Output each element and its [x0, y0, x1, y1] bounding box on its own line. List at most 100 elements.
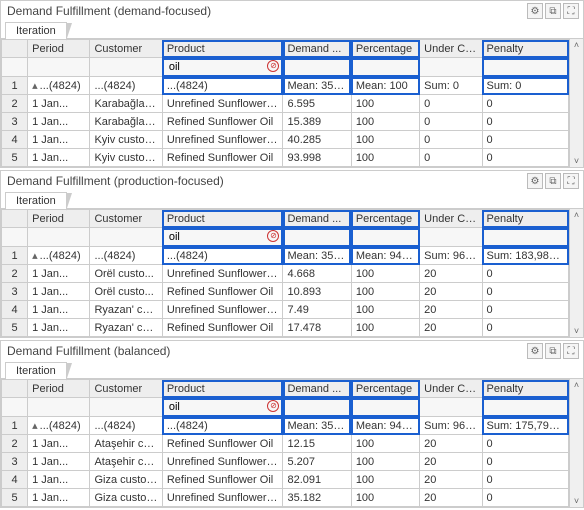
gear-icon[interactable]: ⚙ — [527, 343, 543, 359]
scroll-down-icon[interactable]: ˅ — [574, 325, 579, 337]
table-row[interactable]: 21 Jan...Ataşehir cus...Refined Sunflowe… — [2, 435, 569, 453]
expand-icon[interactable]: ⛶ — [563, 3, 579, 19]
cell-undercost: 20 — [420, 453, 482, 471]
rownum: 1 — [2, 77, 28, 95]
rownum: 4 — [2, 301, 28, 319]
filter-product-input[interactable] — [167, 60, 279, 74]
header-percentage[interactable]: Percentage — [351, 210, 419, 228]
header-undercost[interactable]: Under Cost — [420, 210, 482, 228]
header-customer[interactable]: Customer — [90, 40, 162, 58]
table-row[interactable]: 41 Jan...Ryazan' cus...Unrefined Sunflow… — [2, 301, 569, 319]
cell-customer: Ataşehir cus... — [90, 435, 162, 453]
cell-undercost: 20 — [420, 283, 482, 301]
copy-icon[interactable]: ⧉ — [545, 173, 561, 189]
vertical-scrollbar[interactable]: ˄˅ — [569, 209, 583, 337]
header-product[interactable]: Product — [162, 40, 283, 58]
cell-product: Refined Sunflower Oil — [162, 149, 283, 167]
filter-rownum — [2, 58, 28, 77]
panel-title: Demand Fulfillment (production-focused) — [7, 174, 224, 188]
header-customer[interactable]: Customer — [90, 380, 162, 398]
gear-icon[interactable]: ⚙ — [527, 173, 543, 189]
summary-row[interactable]: 1▴...(4824)...(4824)...(4824)Mean: 35.10… — [2, 77, 569, 95]
gear-icon[interactable]: ⚙ — [527, 3, 543, 19]
summary-row[interactable]: 1▴...(4824)...(4824)...(4824)Mean: 35.10… — [2, 417, 569, 435]
cell-demand: 35.182 — [283, 489, 351, 507]
grid-wrap: PeriodCustomerProductDemand ...Percentag… — [1, 209, 583, 337]
table-row[interactable]: 51 Jan...Giza custom...Unrefined Sunflow… — [2, 489, 569, 507]
scroll-up-icon[interactable]: ˄ — [574, 39, 579, 51]
panel-header: Demand Fulfillment (balanced)⚙⧉⛶ — [1, 341, 583, 359]
header-penalty[interactable]: Penalty — [482, 380, 569, 398]
cell-percentage: 100 — [351, 453, 419, 471]
scroll-up-icon[interactable]: ˄ — [574, 209, 579, 221]
tab-iteration[interactable]: Iteration — [5, 192, 67, 209]
copy-icon[interactable]: ⧉ — [545, 3, 561, 19]
cell-customer: Ryazan' cus... — [90, 319, 162, 337]
expand-icon[interactable]: ▴ — [32, 80, 38, 92]
tab-iteration[interactable]: Iteration — [5, 362, 67, 379]
header-period[interactable]: Period — [28, 40, 90, 58]
cell-percentage: Mean: 94.847 — [351, 247, 419, 265]
filter-percentage — [351, 228, 419, 247]
cell-demand: 12.15 — [283, 435, 351, 453]
cell-percentage: 100 — [351, 301, 419, 319]
expand-icon[interactable]: ⛶ — [563, 173, 579, 189]
header-undercost[interactable]: Under Cost — [420, 40, 482, 58]
filter-product-input[interactable] — [167, 400, 279, 414]
panel-header: Demand Fulfillment (production-focused) ⚙… — [1, 171, 583, 189]
expand-icon[interactable]: ▴ — [32, 250, 38, 262]
header-penalty[interactable]: Penalty — [482, 40, 569, 58]
cell-undercost: 0 — [420, 95, 482, 113]
rownum: 3 — [2, 453, 28, 471]
filter-undercost — [420, 58, 482, 77]
scroll-down-icon[interactable]: ˅ — [574, 495, 579, 507]
cell-product: Unrefined Sunflower Oil — [162, 489, 283, 507]
header-percentage[interactable]: Percentage — [351, 380, 419, 398]
cell-product: ...(4824) — [162, 417, 283, 435]
cell-period: 1 Jan... — [28, 489, 90, 507]
table-row[interactable]: 51 Jan...Ryazan' cus...Refined Sunflower… — [2, 319, 569, 337]
header-period[interactable]: Period — [28, 380, 90, 398]
expand-icon[interactable]: ⛶ — [563, 343, 579, 359]
cell-demand: 7.49 — [283, 301, 351, 319]
scroll-up-icon[interactable]: ˄ — [574, 379, 579, 391]
rownum: 2 — [2, 435, 28, 453]
scroll-down-icon[interactable]: ˅ — [574, 155, 579, 167]
cell-percentage: 100 — [351, 471, 419, 489]
header-row: PeriodCustomerProductDemand ...Percentag… — [2, 210, 569, 228]
expand-icon[interactable]: ▴ — [32, 420, 38, 432]
table-row[interactable]: 21 Jan...Orël custo...Unrefined Sunflowe… — [2, 265, 569, 283]
header-demand[interactable]: Demand ... — [283, 210, 351, 228]
grid-wrap: PeriodCustomerProductDemand ...Percentag… — [1, 39, 583, 167]
header-product[interactable]: Product — [162, 210, 283, 228]
header-customer[interactable]: Customer — [90, 210, 162, 228]
panel: Demand Fulfillment (balanced)⚙⧉⛶ Iteratio… — [0, 340, 584, 508]
table-row[interactable]: 31 Jan...Ataşehir cus...Unrefined Sunflo… — [2, 453, 569, 471]
table-row[interactable]: 41 Jan...Kyiv custom...Unrefined Sunflow… — [2, 131, 569, 149]
header-product[interactable]: Product — [162, 380, 283, 398]
table-row[interactable]: 51 Jan...Kyiv custom...Refined Sunflower… — [2, 149, 569, 167]
cell-customer: Karabağlar ... — [90, 113, 162, 131]
table-row[interactable]: 41 Jan...Giza custom...Refined Sunflower… — [2, 471, 569, 489]
summary-row[interactable]: 1▴...(4824)...(4824)...(4824)Mean: 35.10… — [2, 247, 569, 265]
vertical-scrollbar[interactable]: ˄˅ — [569, 379, 583, 507]
header-period[interactable]: Period — [28, 210, 90, 228]
header-demand[interactable]: Demand ... — [283, 380, 351, 398]
header-undercost[interactable]: Under Cost — [420, 380, 482, 398]
table-row[interactable]: 31 Jan...Karabağlar ...Refined Sunflower… — [2, 113, 569, 131]
cell-demand: 15.389 — [283, 113, 351, 131]
header-demand[interactable]: Demand ... — [283, 40, 351, 58]
cell-demand: Mean: 35.107 — [283, 77, 351, 95]
cell-customer: Karabağlar ... — [90, 95, 162, 113]
header-penalty[interactable]: Penalty — [482, 210, 569, 228]
tab-iteration[interactable]: Iteration — [5, 22, 67, 39]
header-percentage[interactable]: Percentage — [351, 40, 419, 58]
cell-period: ▴...(4824) — [28, 77, 90, 95]
filter-product-input[interactable] — [167, 230, 279, 244]
table-row[interactable]: 31 Jan...Orël custo...Refined Sunflower … — [2, 283, 569, 301]
filter-rownum — [2, 398, 28, 417]
table-row[interactable]: 21 Jan...Karabağlar ...Unrefined Sunflow… — [2, 95, 569, 113]
vertical-scrollbar[interactable]: ˄˅ — [569, 39, 583, 167]
copy-icon[interactable]: ⧉ — [545, 343, 561, 359]
filter-percentage — [351, 398, 419, 417]
